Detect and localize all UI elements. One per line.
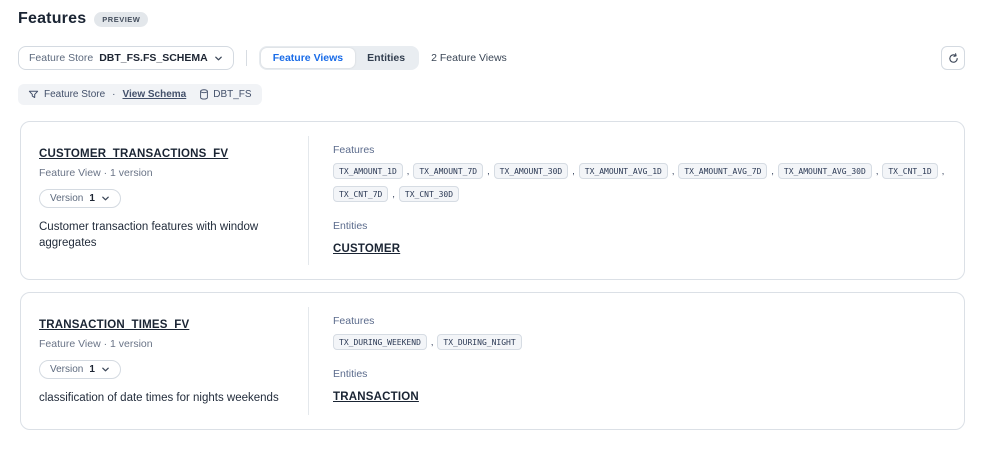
feature-view-description: Customer transaction features with windo… [39, 220, 288, 251]
feature-store-icon [28, 89, 39, 100]
version-label: Version [50, 193, 83, 204]
feature-chip: TX_AMOUNT_AVG_7D [678, 163, 767, 179]
page-title: Features [18, 10, 86, 28]
feature-view-link[interactable]: CUSTOMER_TRANSACTIONS_FV [39, 148, 228, 160]
feature-chip: TX_CNT_1D [882, 163, 937, 179]
feature-chip: TX_DURING_NIGHT [437, 334, 521, 350]
card-details: Features TX_DURING_WEEKEND,TX_DURING_NIG… [309, 307, 964, 415]
chip-separator: , [771, 166, 774, 176]
feature-view-description: classification of date times for nights … [39, 391, 288, 407]
version-dropdown[interactable]: Version 1 [39, 189, 121, 208]
chip-separator: , [431, 337, 434, 347]
toolbar: Feature Store DBT_FS.FS_SCHEMA Feature V… [18, 46, 965, 70]
feature-view-subtitle: Feature View · 1 version [39, 167, 288, 179]
feature-chip: TX_AMOUNT_AVG_30D [778, 163, 872, 179]
tab-entities[interactable]: Entities [355, 48, 417, 68]
feature-chip: TX_AMOUNT_1D [333, 163, 403, 179]
breadcrumb: Feature Store · View Schema DBT_FS [18, 84, 262, 105]
features-page: Features PREVIEW Feature Store DBT_FS.FS… [0, 0, 985, 430]
entity-link[interactable]: CUSTOMER [333, 243, 400, 255]
feature-view-card: CUSTOMER_TRANSACTIONS_FV Feature View · … [20, 121, 965, 280]
refresh-button[interactable] [941, 46, 965, 70]
version-label: Version [50, 364, 83, 375]
chip-separator: , [572, 166, 575, 176]
feature-chip: TX_AMOUNT_7D [413, 163, 483, 179]
features-section-label: Features [333, 315, 948, 327]
feature-chip: TX_CNT_7D [333, 186, 388, 202]
database-icon [199, 89, 209, 100]
entity-link[interactable]: TRANSACTION [333, 391, 419, 403]
tab-feature-views[interactable]: Feature Views [261, 48, 355, 68]
toolbar-divider [246, 50, 247, 66]
card-summary: CUSTOMER_TRANSACTIONS_FV Feature View · … [21, 136, 309, 265]
version-value: 1 [89, 364, 95, 375]
feature-views-count: 2 Feature Views [431, 52, 507, 64]
breadcrumb-row: Feature Store · View Schema DBT_FS [18, 84, 965, 105]
features-section-label: Features [333, 144, 948, 156]
entities-section-label: Entities [333, 368, 948, 380]
feature-chip-list: TX_AMOUNT_1D,TX_AMOUNT_7D,TX_AMOUNT_30D,… [333, 163, 948, 202]
feature-view-subtitle: Feature View · 1 version [39, 338, 288, 350]
card-details: Features TX_AMOUNT_1D,TX_AMOUNT_7D,TX_AM… [309, 136, 964, 265]
feature-store-dropdown[interactable]: Feature Store DBT_FS.FS_SCHEMA [18, 46, 234, 70]
feature-view-card: TRANSACTION_TIMES_FV Feature View · 1 ve… [20, 292, 965, 430]
feature-store-dropdown-value: DBT_FS.FS_SCHEMA [99, 52, 208, 64]
version-dropdown[interactable]: Version 1 [39, 360, 121, 379]
breadcrumb-database-name: DBT_FS [213, 89, 251, 100]
card-summary: TRANSACTION_TIMES_FV Feature View · 1 ve… [21, 307, 309, 415]
chip-separator: , [392, 189, 395, 199]
chevron-down-icon [214, 54, 223, 63]
feature-chip: TX_AMOUNT_AVG_1D [579, 163, 668, 179]
version-value: 1 [89, 193, 95, 204]
chip-separator: , [942, 166, 945, 176]
page-header: Features PREVIEW [18, 10, 965, 28]
feature-chip-list: TX_DURING_WEEKEND,TX_DURING_NIGHT [333, 334, 948, 350]
chip-separator: , [407, 166, 410, 176]
chip-separator: , [672, 166, 675, 176]
breadcrumb-separator: · [112, 89, 115, 100]
feature-view-link[interactable]: TRANSACTION_TIMES_FV [39, 319, 189, 331]
refresh-icon [948, 53, 959, 64]
entities-section-label: Entities [333, 220, 948, 232]
chip-separator: , [876, 166, 879, 176]
view-segmented-control: Feature Views Entities [259, 46, 419, 70]
chevron-down-icon [101, 194, 110, 203]
chip-separator: , [487, 166, 490, 176]
view-schema-link[interactable]: View Schema [123, 89, 187, 100]
preview-badge: PREVIEW [94, 12, 148, 27]
breadcrumb-store-label: Feature Store [44, 89, 105, 100]
feature-chip: TX_DURING_WEEKEND [333, 334, 427, 350]
feature-chip: TX_AMOUNT_30D [494, 163, 569, 179]
chevron-down-icon [101, 365, 110, 374]
feature-chip: TX_CNT_30D [399, 186, 459, 202]
feature-store-dropdown-label: Feature Store [29, 52, 93, 64]
